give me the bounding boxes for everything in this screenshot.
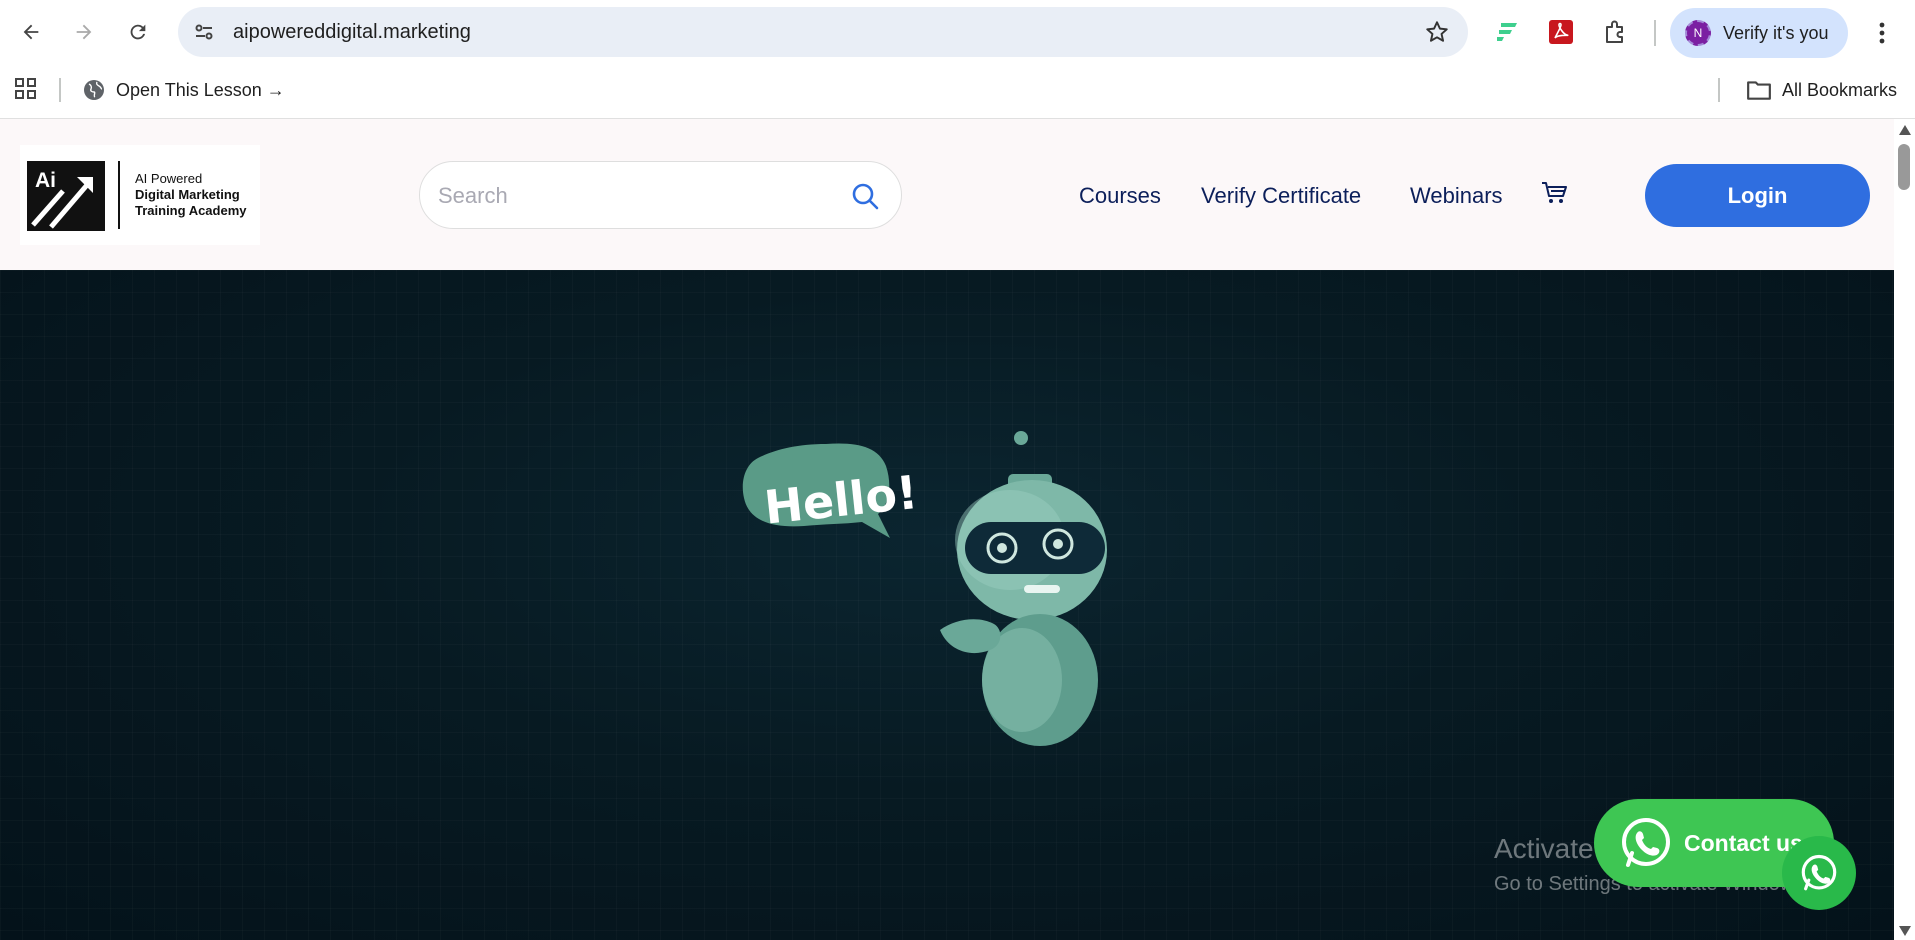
site-settings-icon[interactable] [192, 20, 216, 44]
whatsapp-float-button[interactable] [1782, 836, 1856, 910]
arrow-up-right-icon [31, 177, 93, 229]
whatsapp-icon [1801, 854, 1837, 891]
folder-icon [1747, 81, 1771, 100]
all-bookmarks-button[interactable]: All Bookmarks [1746, 76, 1897, 104]
apps-grid-icon[interactable] [14, 77, 38, 101]
toolbar-separator [1654, 20, 1656, 46]
page-scrollbar[interactable] [1894, 119, 1915, 940]
scroll-up-arrow-icon[interactable] [1899, 125, 1911, 135]
star-icon[interactable] [1424, 19, 1450, 45]
logo-line-1: AI Powered [135, 171, 203, 186]
nav-verify-certificate-link[interactable]: Verify Certificate [1201, 183, 1361, 209]
scrollbar-thumb[interactable] [1898, 144, 1910, 190]
pdf-extension-icon[interactable] [1547, 18, 1575, 46]
bookmarks-separator [1718, 78, 1720, 102]
bookmarks-separator [59, 78, 61, 102]
nav-webinars-link[interactable]: Webinars [1410, 183, 1503, 209]
logo-divider [118, 161, 120, 229]
profile-verify-button[interactable]: N Verify it's you [1670, 8, 1848, 58]
forward-button[interactable] [66, 14, 102, 50]
forward-arrow-icon [76, 24, 92, 40]
logo-line-3: Training Academy [135, 203, 247, 218]
site-search [419, 161, 902, 229]
back-button[interactable] [13, 14, 49, 50]
webpage: Ai AI Powered Digital Marketing Training… [0, 119, 1894, 940]
reload-button[interactable] [120, 14, 156, 50]
site-header: Ai AI Powered Digital Marketing Training… [0, 119, 1894, 270]
browser-toolbar: aipowereddigital.marketing N Verify it's… [0, 0, 1915, 65]
logo-mark: Ai [27, 161, 105, 231]
avatar: N [1685, 20, 1711, 46]
bookmarks-bar: Open This Lesson → All Bookmarks [0, 65, 1915, 119]
login-button[interactable]: Login [1645, 164, 1870, 227]
profile-verify-label: Verify it's you [1723, 23, 1829, 43]
extension-f-icon[interactable] [1493, 18, 1521, 46]
globe-icon [84, 80, 104, 100]
reload-icon [130, 24, 146, 40]
back-arrow-icon [23, 24, 39, 40]
contact-us-label: Contact us [1684, 829, 1803, 856]
hero-section: Hello! Activate Windows Go to Settings t… [0, 270, 1894, 940]
kebab-menu-icon[interactable] [1870, 18, 1894, 48]
search-icon[interactable] [851, 182, 879, 210]
all-bookmarks-label: All Bookmarks [1781, 79, 1897, 100]
scroll-down-arrow-icon[interactable] [1899, 926, 1911, 936]
cart-icon[interactable] [1540, 179, 1568, 207]
robot-mascot-icon: Hello! [742, 431, 1107, 746]
nav-courses-link[interactable]: Courses [1079, 183, 1161, 209]
address-bar[interactable]: aipowereddigital.marketing [178, 7, 1468, 57]
site-logo[interactable]: Ai AI Powered Digital Marketing Training… [20, 145, 260, 245]
puzzle-icon[interactable] [1602, 18, 1630, 46]
whatsapp-icon [1622, 818, 1670, 867]
url-text[interactable]: aipowereddigital.marketing [233, 21, 471, 44]
search-input[interactable] [438, 176, 838, 216]
bookmark-open-lesson[interactable]: Open This Lesson → [82, 76, 285, 104]
bookmark-label: Open This Lesson → [116, 79, 285, 100]
logo-line-2: Digital Marketing [135, 187, 240, 202]
